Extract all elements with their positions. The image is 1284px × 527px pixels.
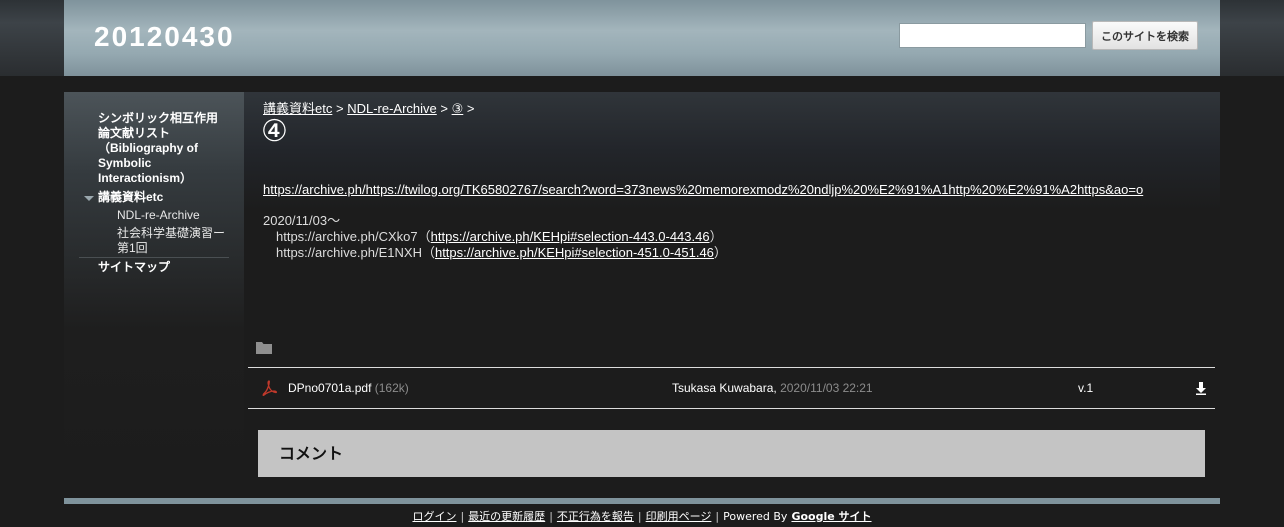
footer-link-recent-changes[interactable]: 最近の更新履歴 xyxy=(468,510,545,523)
sidebar-item-label-line: 論文献リスト xyxy=(98,126,171,140)
footer: ログイン | 最近の更新履歴 | 不正行為を報告 | 印刷用ページ | Powered By Go… xyxy=(0,508,1284,524)
sidebar-item-label-line: Interactionism） xyxy=(98,171,193,185)
sidebar-item-seminar[interactable]: 社会科学基礎演習ー 第1回 xyxy=(117,226,232,256)
footer-separator: | xyxy=(715,510,720,523)
footer-separator: | xyxy=(637,510,642,523)
selection-link[interactable]: https://archive.ph/KEHpi#selection-443.0… xyxy=(431,229,710,244)
sidebar-divider xyxy=(79,257,229,258)
folder-icon[interactable] xyxy=(256,341,272,354)
attachment-meta: Tsukasa Kuwabara, 2020/11/03 22:21 xyxy=(672,381,873,395)
search-input[interactable] xyxy=(899,23,1086,48)
breadcrumb-separator: > xyxy=(335,101,344,116)
sidebar-item-label-line: Symbolic xyxy=(98,156,152,170)
page-body: 2020/11/03～ https://archive.ph/CXko7（htt… xyxy=(263,213,727,261)
date-line: 2020/11/03～ xyxy=(263,213,341,228)
comments-title: コメント xyxy=(279,444,344,463)
breadcrumb-link-3[interactable]: ③ xyxy=(452,101,464,116)
sidebar-item-sitemap[interactable]: サイトマップ xyxy=(98,260,170,275)
sidebar-item-label-line: 第1回 xyxy=(117,241,148,255)
attachments-divider-bottom xyxy=(248,408,1215,409)
archive-line-prefix: https://archive.ph/E1NXH（ xyxy=(276,245,435,260)
breadcrumb: 講義資料etc > NDL-re-Archive > ③ > xyxy=(263,98,474,117)
archive-line: https://archive.ph/CXko7（https://archive… xyxy=(263,229,727,245)
breadcrumb-separator: > xyxy=(440,101,448,116)
sidebar-item-lectures[interactable]: 講義資料etc xyxy=(98,190,163,205)
footer-powered-by: Powered By xyxy=(723,510,788,523)
site-title[interactable]: 20120430 xyxy=(94,21,235,53)
archive-line-prefix: https://archive.ph/CXko7（ xyxy=(276,229,431,244)
attachment-version[interactable]: v.1 xyxy=(1078,381,1093,395)
comments-section: コメント xyxy=(258,430,1205,477)
footer-separator: | xyxy=(549,510,553,523)
footer-link-report-abuse[interactable]: 不正行為を報告 xyxy=(557,510,634,523)
search-button[interactable]: このサイトを検索 xyxy=(1092,21,1198,50)
selection-link[interactable]: https://archive.ph/KEHpi#selection-451.0… xyxy=(435,245,714,260)
sidebar-item-label-line: シンボリック相互作用 xyxy=(98,111,219,125)
footer-link-google-sites[interactable]: Google サイト xyxy=(791,510,871,523)
footer-bar xyxy=(64,498,1220,504)
sidebar-item-ndl-re-archive[interactable]: NDL-re-Archive xyxy=(117,208,200,223)
attachment-filename[interactable]: DPno0701a.pdf xyxy=(288,381,371,395)
chevron-down-icon[interactable] xyxy=(84,196,94,201)
attachment-author: Tsukasa Kuwabara, xyxy=(672,381,777,395)
sidebar: シンボリック相互作用 論文献リスト （Bibliography of Symbo… xyxy=(64,92,244,488)
sidebar-item-label-line: （Bibliography of xyxy=(98,141,198,155)
sidebar-item-label-line: 社会科学基礎演習ー xyxy=(117,226,226,240)
attachment-date: 2020/11/03 22:21 xyxy=(780,381,873,395)
footer-link-login[interactable]: ログイン xyxy=(412,510,456,523)
archive-link[interactable]: https://archive.ph/https://twilog.org/TK… xyxy=(263,182,1143,197)
attachments-divider-top xyxy=(248,367,1215,368)
page-title: ④ xyxy=(261,114,288,149)
download-icon[interactable] xyxy=(1195,382,1207,395)
footer-link-print-page[interactable]: 印刷用ページ xyxy=(646,510,712,523)
breadcrumb-link-ndl[interactable]: NDL-re-Archive xyxy=(347,101,437,116)
breadcrumb-separator: > xyxy=(466,101,475,116)
archive-line-suffix: ） xyxy=(709,229,723,244)
sidebar-item-bibliography[interactable]: シンボリック相互作用 論文献リスト （Bibliography of Symbo… xyxy=(98,111,228,186)
footer-separator: | xyxy=(460,510,465,523)
archive-line-suffix: ） xyxy=(713,245,727,260)
main-content: 講義資料etc > NDL-re-Archive > ③ > ④ https:/… xyxy=(244,92,1220,488)
pdf-icon xyxy=(262,380,277,396)
site-header: 20120430 このサイトを検索 xyxy=(64,0,1220,76)
archive-line: https://archive.ph/E1NXH（https://archive… xyxy=(263,245,727,261)
attachment-size: (162k) xyxy=(374,381,409,395)
attachment-file: DPno0701a.pdf (162k) xyxy=(288,381,409,395)
